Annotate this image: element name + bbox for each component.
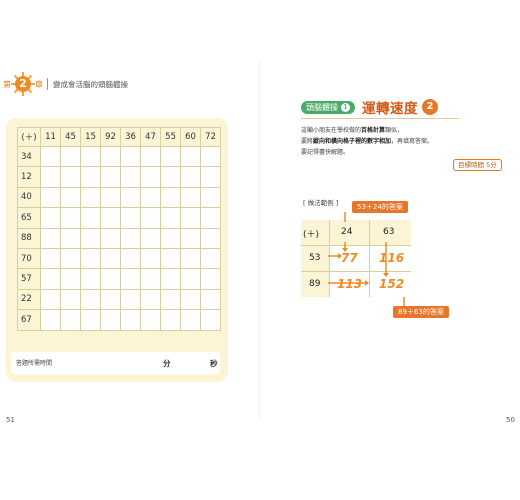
- book-spread: 第 2 章 變成會活腦的頭腦體操 (＋) 11 45 15 92 36 47 5…: [0, 0, 520, 500]
- callout-top: 53＋24的答案: [352, 201, 408, 213]
- page-number-right: 50: [506, 416, 515, 424]
- example-arrows: [328, 212, 405, 306]
- callout-bottom: 89＋63的答案: [393, 306, 449, 318]
